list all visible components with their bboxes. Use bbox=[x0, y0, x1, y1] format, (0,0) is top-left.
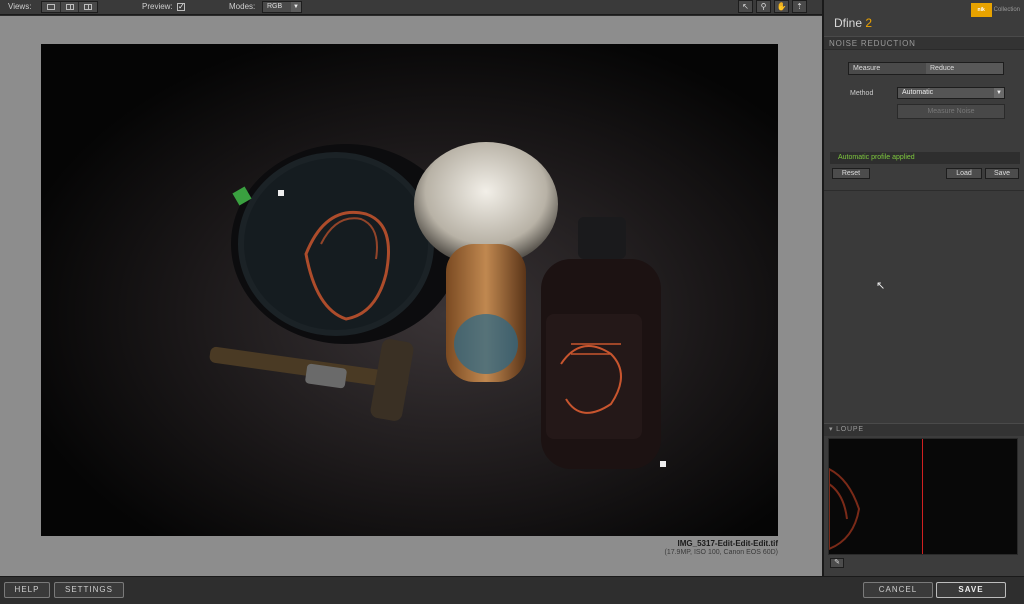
zoom-icon: ⚲ bbox=[760, 2, 767, 11]
mode-tabs: Measure Reduce bbox=[848, 62, 1004, 75]
side-by-side-view-button[interactable] bbox=[79, 2, 97, 12]
app-version: 2 bbox=[865, 16, 873, 30]
save-button[interactable]: SAVE bbox=[936, 582, 1006, 598]
hand-icon: ✋ bbox=[776, 2, 787, 11]
loupe-split-line[interactable] bbox=[922, 439, 923, 554]
preview-label: Preview: bbox=[142, 2, 173, 11]
split-view-button[interactable] bbox=[61, 2, 80, 12]
cancel-button[interactable]: CANCEL bbox=[863, 582, 933, 598]
hand-tool-button[interactable]: ✋ bbox=[774, 0, 789, 13]
zoom-tool-button[interactable]: ⚲ bbox=[756, 0, 771, 13]
view-mode-buttons bbox=[41, 1, 98, 13]
panel-empty-area: ↖ bbox=[824, 190, 1024, 423]
method-select-value: Automatic bbox=[902, 89, 934, 96]
chevron-down-icon: ▼ bbox=[994, 88, 1004, 98]
nik-collection-logo: nik Collection bbox=[970, 3, 1020, 17]
help-button[interactable]: HELP bbox=[4, 582, 50, 598]
preview-checkbox[interactable]: ✓ bbox=[177, 3, 185, 11]
method-select[interactable]: Automatic ▼ bbox=[897, 87, 1005, 99]
chevron-down-icon: ▼ bbox=[291, 2, 301, 12]
status-message: Automatic profile applied bbox=[830, 152, 1020, 164]
triangle-down-icon: ▾ bbox=[829, 426, 834, 433]
file-info: (17.9MP, ISO 100, Canon EOS 60D) bbox=[664, 549, 779, 556]
loupe-title: LOUPE bbox=[836, 426, 864, 433]
photo-illustration bbox=[41, 44, 778, 536]
pin-icon: ⇡ bbox=[796, 2, 803, 11]
bottom-bar: HELP SETTINGS CANCEL SAVE bbox=[0, 576, 1024, 604]
reset-button[interactable]: Reset bbox=[832, 168, 870, 179]
nik-logo-icon: nik bbox=[970, 3, 992, 17]
measure-noise-button[interactable]: Measure Noise bbox=[897, 104, 1005, 119]
photo-preview[interactable] bbox=[41, 44, 778, 536]
method-label: Method bbox=[850, 90, 874, 97]
loupe-preview bbox=[829, 467, 861, 551]
modes-label: Modes: bbox=[229, 2, 256, 11]
noise-reduction-header[interactable]: NOISE REDUCTION bbox=[824, 36, 1024, 50]
mouse-cursor-icon: ↖ bbox=[876, 280, 886, 292]
pointer-tool-button[interactable]: ↖ bbox=[738, 0, 753, 13]
file-name: IMG_5317-Edit-Edit-Edit.tif bbox=[677, 539, 778, 548]
side-by-side-view-icon bbox=[84, 4, 93, 10]
app-name: Dfine bbox=[834, 16, 863, 30]
top-toolbar: Views: Preview: ✓ Modes: RGB ▼ ↖ ⚲ ✋ ⇡ bbox=[0, 0, 822, 15]
modes-select[interactable]: RGB ▼ bbox=[262, 1, 302, 13]
load-button[interactable]: Load bbox=[946, 168, 982, 179]
loupe-pin-button[interactable]: ✎ bbox=[830, 558, 844, 568]
split-view-icon bbox=[65, 4, 74, 10]
pointer-icon: ↖ bbox=[742, 2, 749, 11]
loupe-header[interactable]: ▾ LOUPE bbox=[824, 423, 1024, 436]
views-label: Views: bbox=[8, 2, 32, 11]
app-title: Dfine 2 bbox=[834, 16, 872, 30]
panel-header: Dfine 2 nik Collection bbox=[824, 0, 1024, 36]
preset-actions: Reset Load Save bbox=[830, 168, 1020, 180]
loupe-view[interactable] bbox=[828, 438, 1018, 555]
pin-icon: ✎ bbox=[834, 559, 840, 566]
settings-button[interactable]: SETTINGS bbox=[54, 582, 124, 598]
brand-label: Collection bbox=[993, 7, 1020, 13]
tab-reduce[interactable]: Reduce bbox=[926, 63, 1003, 74]
modes-select-value: RGB bbox=[267, 3, 283, 10]
tool-buttons: ↖ ⚲ ✋ ⇡ bbox=[738, 0, 807, 13]
noise-reduction-section: Measure Reduce Method Automatic ▼ Measur… bbox=[824, 50, 1024, 190]
image-canvas[interactable]: IMG_5317-Edit-Edit-Edit.tif (17.9MP, ISO… bbox=[0, 16, 822, 576]
single-view-icon bbox=[46, 4, 55, 10]
tab-measure[interactable]: Measure bbox=[849, 63, 926, 74]
pin-tool-button[interactable]: ⇡ bbox=[792, 0, 807, 13]
single-view-button[interactable] bbox=[42, 2, 61, 12]
save-preset-button[interactable]: Save bbox=[985, 168, 1019, 179]
